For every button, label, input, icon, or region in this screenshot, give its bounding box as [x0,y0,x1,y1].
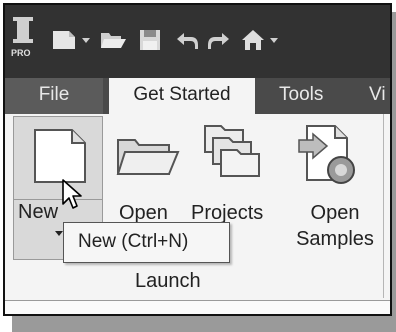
logo-i-icon [13,17,33,43]
split-button-divider [14,199,102,200]
window-shadow-bottom [12,316,396,332]
window-shadow-right [392,12,396,316]
undo-icon[interactable] [175,29,199,51]
new-tooltip: New (Ctrl+N) [63,222,230,263]
new-dropdown-arrow-icon[interactable] [55,231,63,236]
launch-group-label: Launch [135,270,201,292]
dropdown-icon[interactable] [81,37,91,59]
tab-get-started[interactable]: Get Started [109,78,255,116]
home-icon[interactable] [241,29,265,51]
ribbon-bottom-bar [5,300,390,314]
projects-icon[interactable] [201,122,263,180]
ribbon-panel: New Open Projects Open Samples Launch [5,114,390,314]
logo-badge: PRO [11,48,31,58]
app-window: PRO File Get Started Tools Vi New Open P… [3,3,392,316]
ribbon-tab-row: File Get Started Tools Vi [5,78,390,116]
title-bar: PRO [5,5,390,78]
new-button-label: New [18,201,59,223]
open-folder-icon[interactable] [115,134,181,178]
save-icon[interactable] [139,29,161,51]
app-logo[interactable]: PRO [11,17,37,61]
dropdown-icon[interactable] [269,37,279,59]
open-samples-label-line1: Open [310,202,360,224]
open-icon[interactable] [99,29,127,51]
redo-icon[interactable] [207,29,231,51]
tab-file[interactable]: File [5,78,103,114]
group-separator [383,114,384,298]
open-samples-icon[interactable] [297,122,361,190]
mouse-pointer-icon [62,179,82,209]
open-samples-button-label[interactable]: Open Samples [289,200,381,252]
new-file-icon[interactable] [51,29,77,51]
tab-view[interactable]: Vi [369,78,386,114]
open-samples-label-line2: Samples [296,228,374,250]
new-document-icon [34,129,86,183]
tab-tools[interactable]: Tools [279,78,323,114]
